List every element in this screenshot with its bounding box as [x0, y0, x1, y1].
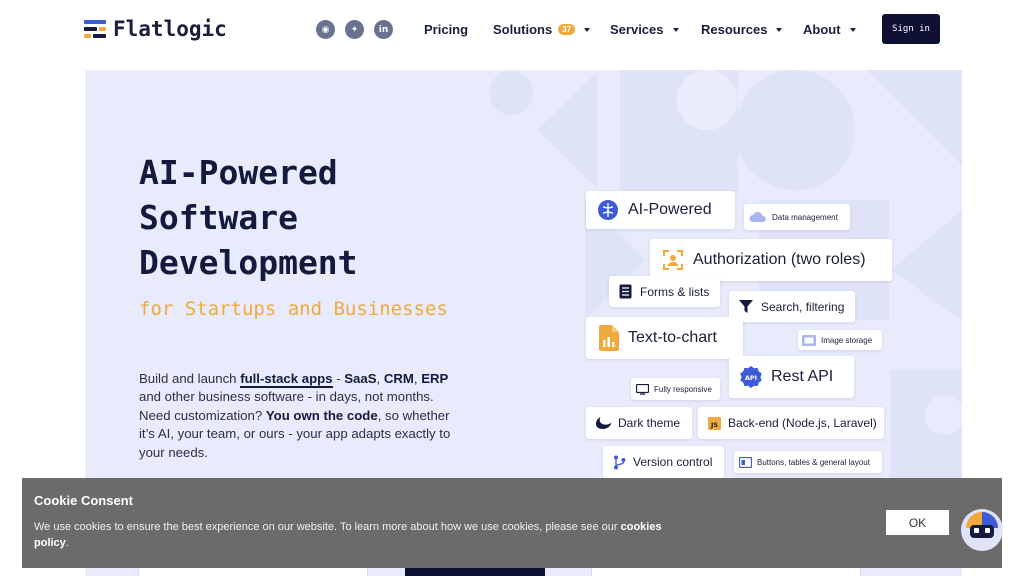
- feature-label: Buttons, tables & general layout: [757, 457, 870, 467]
- nav-resources[interactable]: Resources: [701, 22, 783, 37]
- feature-backend: JS Back-end (Node.js, Laravel): [698, 407, 884, 439]
- full-stack-apps-link[interactable]: full-stack apps: [240, 371, 333, 388]
- hero-subtitle: for Startups and Businesses: [139, 298, 448, 320]
- feature-label: Dark theme: [618, 416, 681, 430]
- feature-label: Data management: [772, 212, 838, 222]
- feature-forms-lists: Forms & lists: [609, 276, 720, 307]
- filter-icon: [739, 300, 753, 313]
- feature-dark-theme: Dark theme: [586, 407, 692, 439]
- js-icon: JS: [708, 416, 721, 430]
- nav-about-label: About: [803, 22, 841, 37]
- feature-buttons-tables: Buttons, tables & general layout: [734, 451, 882, 473]
- hero-title: AI-Powered Software Development: [139, 150, 358, 285]
- feature-label: Authorization (two roles): [693, 251, 866, 268]
- feature-label: Back-end (Node.js, Laravel): [728, 416, 877, 430]
- chat-bot-icon[interactable]: [960, 508, 1004, 552]
- nav-solutions[interactable]: Solutions 37: [493, 22, 591, 37]
- feature-label: Search, filtering: [761, 299, 845, 314]
- feature-authorization: Authorization (two roles): [650, 239, 892, 281]
- user-scan-icon: [662, 249, 684, 271]
- layout-icon: [739, 456, 752, 468]
- desc-bold-own-code: You own the code: [265, 407, 378, 423]
- feature-label: Text-to-chart: [628, 329, 717, 346]
- cookie-text: We use cookies to ensure the best experi…: [34, 519, 674, 551]
- feature-search-filtering: Search, filtering: [729, 291, 855, 322]
- hero-title-line-1: AI-Powered: [139, 153, 338, 192]
- desc-text: ,: [376, 371, 384, 386]
- desc-bold-crm: CRM: [383, 371, 414, 386]
- feature-label: Fully responsive: [654, 384, 712, 394]
- js-badge-text: JS: [710, 421, 718, 429]
- brain-icon: [597, 199, 619, 221]
- feature-image-storage: Image storage: [798, 330, 882, 350]
- logo[interactable]: Flatlogic: [84, 17, 227, 41]
- git-branch-icon: [613, 455, 626, 470]
- hero-title-line-2: Software: [139, 198, 298, 237]
- social-links: ◉ ✦ in: [316, 20, 393, 39]
- feature-text-to-chart: Text-to-chart: [586, 317, 743, 359]
- desc-text: Build and launch: [139, 371, 241, 386]
- feature-label: AI-Powered: [628, 201, 712, 218]
- cookie-consent-banner: Cookie Consent We use cookies to ensure …: [22, 478, 1002, 568]
- linkedin-icon[interactable]: in: [374, 20, 393, 39]
- api-badge-text: API: [745, 374, 757, 382]
- logo-text: Flatlogic: [113, 17, 227, 41]
- desc-bold-erp: ERP: [421, 371, 449, 386]
- nav-services[interactable]: Services: [610, 22, 679, 37]
- feature-label: Rest API: [771, 368, 834, 385]
- nav-pricing[interactable]: Pricing: [424, 22, 468, 37]
- feature-data-management: Data management: [744, 204, 850, 230]
- nav-pricing-label: Pricing: [424, 22, 469, 37]
- hero-title-line-3: Development: [139, 243, 358, 282]
- desc-text: -: [332, 371, 345, 386]
- cloud-icon: [749, 211, 767, 223]
- nav-solutions-label: Solutions: [493, 22, 553, 37]
- feature-ai-powered: AI-Powered: [586, 191, 735, 229]
- api-icon: API: [739, 365, 763, 389]
- moon-icon: [596, 416, 612, 430]
- solutions-count-badge: 37: [558, 24, 576, 35]
- chart-file-icon: [599, 325, 619, 351]
- logo-icon: [84, 19, 106, 39]
- feature-label: Version control: [633, 455, 713, 469]
- sign-in-button[interactable]: Sign in: [882, 14, 940, 44]
- partial-button: [405, 568, 545, 576]
- nav-resources-label: Resources: [701, 22, 768, 37]
- chevron-down-icon: [849, 27, 856, 32]
- cookie-end: .: [65, 537, 69, 549]
- monitor-icon: [636, 383, 649, 395]
- cookie-body: We use cookies to ensure the best experi…: [34, 521, 621, 533]
- cookie-title: Cookie Consent: [34, 493, 133, 508]
- feature-label: Image storage: [821, 335, 873, 345]
- feature-version-control: Version control: [603, 446, 724, 478]
- nav-services-label: Services: [610, 22, 664, 37]
- hero-description: Build and launch full-stack apps - SaaS,…: [139, 370, 459, 462]
- cookie-ok-button[interactable]: OK: [886, 510, 949, 535]
- feature-rest-api: API Rest API: [729, 356, 854, 398]
- nav-about[interactable]: About: [803, 22, 856, 37]
- feature-fully-responsive: Fully responsive: [631, 378, 720, 400]
- list-icon: [619, 284, 632, 299]
- image-icon: [802, 334, 816, 346]
- site-header: Flatlogic ◉ ✦ in Pricing Solutions 37 Se…: [0, 0, 1024, 60]
- desc-bold-saas: SaaS: [344, 371, 377, 386]
- discord-icon[interactable]: ◉: [316, 20, 335, 39]
- feature-label: Forms & lists: [640, 284, 710, 299]
- chevron-down-icon: [776, 27, 783, 32]
- chevron-down-icon: [584, 27, 591, 32]
- twitter-icon[interactable]: ✦: [345, 20, 364, 39]
- chevron-down-icon: [672, 27, 679, 32]
